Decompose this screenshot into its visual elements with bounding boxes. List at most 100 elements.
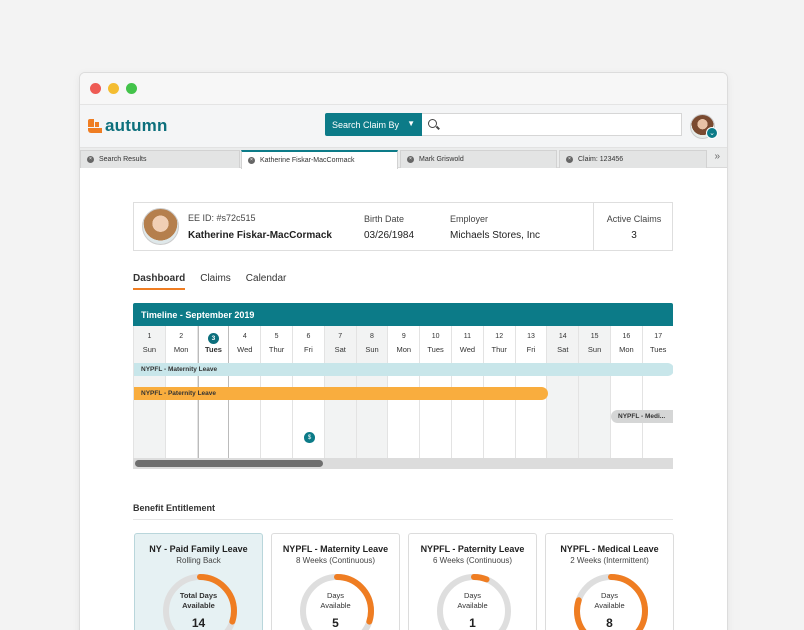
employee-name: Katherine Fiskar-MacCormack — [188, 230, 332, 241]
employee-card: EE ID: #s72c515 Katherine Fiskar-MacCorm… — [133, 202, 673, 251]
benefit-card[interactable]: NYPFL - Medical Leave 2 Weeks (Intermitte… — [545, 533, 674, 630]
paternity-leave-bar[interactable]: NYPFL - Paternity Leave — [134, 387, 548, 400]
day-number: 17 — [654, 333, 663, 340]
days-available-label: Days Available — [546, 591, 673, 611]
day-number: 8 — [370, 333, 374, 340]
day-number: 3 — [199, 333, 229, 344]
employer-value: Michaels Stores, Inc — [450, 230, 541, 241]
timeline-day[interactable]: 15 Sun — [579, 326, 611, 458]
close-tab-icon[interactable]: × — [87, 156, 94, 163]
nav-calendar[interactable]: Calendar — [246, 273, 287, 290]
day-number: 7 — [338, 333, 343, 340]
benefit-subtitle: 2 Weeks (Intermittent) — [570, 556, 649, 565]
tab-search-results[interactable]: × Search Results — [80, 150, 240, 168]
label-line-1: Days — [600, 591, 619, 600]
tab-claim-123456[interactable]: × Claim: 123456 — [559, 150, 707, 168]
label-line-2: Available — [320, 601, 351, 610]
day-name: Sun — [142, 345, 157, 354]
scrollbar-thumb[interactable] — [135, 460, 323, 467]
window-titlebar — [80, 73, 727, 105]
nav-claims[interactable]: Claims — [200, 273, 231, 290]
autumn-logo-icon — [88, 119, 102, 133]
days-available-label: Days Available — [272, 591, 399, 611]
benefit-title: NY - Paid Family Leave — [149, 544, 248, 554]
day-number: 10 — [431, 333, 440, 340]
search-claim-by-dropdown[interactable]: Search Claim By ▼ — [325, 113, 422, 136]
day-name: Tues — [427, 345, 444, 354]
day-name: Mon — [619, 345, 634, 354]
divider — [593, 203, 594, 250]
divider — [133, 519, 673, 520]
timeline: Timeline - September 2019 17 Tues 16 Mon 15 S… — [133, 303, 673, 469]
timeline-day[interactable]: 17 Tues — [643, 326, 673, 458]
benefit-title: NYPFL - Paternity Leave — [420, 544, 525, 554]
benefit-subtitle: 6 Weeks (Continuous) — [433, 556, 512, 565]
day-number: 4 — [242, 333, 247, 340]
day-name: Thur — [268, 345, 285, 354]
days-available-value: 8 — [606, 616, 613, 630]
tab-label: Katherine Fiskar-MacCormack — [260, 157, 355, 164]
day-name: Sat — [557, 345, 569, 354]
day-name: Sun — [365, 345, 379, 354]
day-number: 11 — [463, 333, 472, 340]
day-number: 9 — [401, 333, 406, 340]
user-menu-chevron-icon[interactable]: ⌄ — [706, 127, 718, 139]
search-box — [422, 113, 682, 136]
label-line-1: Total Days — [179, 591, 218, 600]
label-line-2: Available — [594, 601, 625, 610]
day-name: Mon — [396, 345, 412, 354]
search-icon[interactable] — [428, 119, 437, 128]
day-name: Tues — [649, 345, 667, 354]
maximize-window-button[interactable] — [126, 83, 137, 94]
app-logo[interactable]: autumn — [88, 116, 168, 136]
day-name: Wed — [459, 345, 476, 354]
today-badge: 3 — [207, 333, 219, 344]
timeline-day[interactable]: 16 Mon — [611, 326, 643, 458]
day-name: Wed — [237, 345, 253, 354]
tab-label: Search Results — [99, 156, 147, 163]
timeline-scrollbar[interactable] — [133, 458, 673, 469]
active-claims-count: 3 — [631, 230, 637, 241]
tab-label: Claim: 123456 — [578, 156, 624, 163]
close-window-button[interactable] — [90, 83, 101, 94]
employee-photo — [142, 208, 179, 245]
label-line-1: Days — [463, 591, 482, 600]
birth-date-value: 03/26/1984 — [364, 230, 415, 241]
label-line-2: Available — [182, 601, 215, 610]
benefit-card[interactable]: NY - Paid Family Leave Rolling Back Total … — [134, 533, 263, 630]
nav-dashboard[interactable]: Dashboard — [133, 273, 186, 290]
benefit-subtitle: 8 Weeks (Continuous) — [296, 556, 375, 565]
close-tab-icon[interactable]: × — [248, 157, 255, 164]
day-name: Sat — [334, 345, 346, 354]
minimize-window-button[interactable] — [108, 83, 119, 94]
day-number: 14 — [558, 333, 567, 340]
day-number: 1 — [147, 333, 152, 340]
days-available-value: 5 — [332, 616, 339, 630]
benefit-card[interactable]: NYPFL - Paternity Leave 6 Weeks (Continuo… — [408, 533, 537, 630]
label-line-1: Days — [326, 591, 345, 600]
day-name: Tues — [205, 345, 222, 354]
timeline-day[interactable]: 14 Sat — [547, 326, 580, 458]
medical-leave-bar[interactable]: NYPFL - Medi... — [611, 410, 673, 423]
money-bag-icon[interactable]: $ — [304, 432, 315, 443]
dashboard-nav: Dashboard Claims Calendar — [133, 273, 301, 290]
tab-katherine-fiskar-maccormack[interactable]: × Katherine Fiskar-MacCormack — [241, 150, 398, 169]
days-available-value: 1 — [469, 616, 476, 630]
tab-mark-griswold[interactable]: × Mark Griswold — [400, 150, 557, 168]
maternity-leave-bar[interactable]: NYPFL - Maternity Leave — [134, 363, 673, 376]
benefit-card[interactable]: NYPFL - Maternity Leave 8 Weeks (Continuo… — [271, 533, 400, 630]
day-number: 2 — [179, 333, 184, 340]
claim-tabs: × Search Results × Katherine Fiskar-MacC… — [80, 148, 727, 169]
days-available-label: Days Available — [409, 591, 536, 611]
close-tab-icon[interactable]: × — [407, 156, 414, 163]
close-tab-icon[interactable]: × — [566, 156, 573, 163]
employer-label: Employer — [450, 214, 489, 224]
day-number: 12 — [495, 333, 504, 340]
more-tabs-icon[interactable]: » — [714, 151, 720, 162]
app-header: autumn Search Claim By ▼ ⌄ — [80, 105, 727, 148]
day-number: 13 — [527, 333, 535, 340]
tab-label: Mark Griswold — [419, 156, 464, 163]
search-input[interactable] — [442, 116, 677, 133]
label-line-2: Available — [457, 601, 488, 610]
benefit-title: NYPFL - Medical Leave — [560, 544, 659, 554]
